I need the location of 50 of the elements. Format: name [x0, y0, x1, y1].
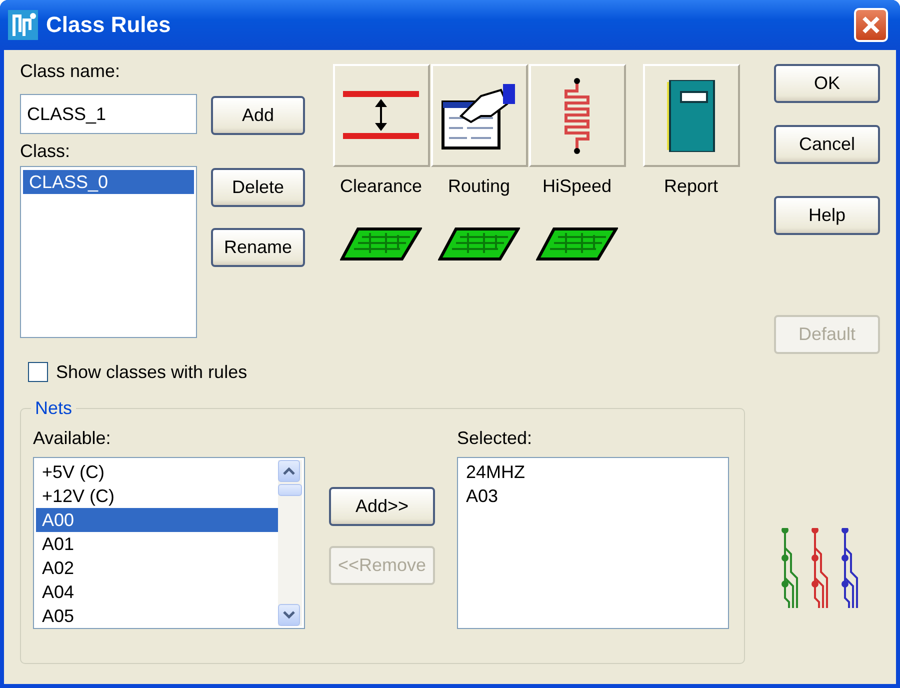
list-item[interactable]: +12V (C): [36, 484, 278, 508]
checkbox[interactable]: [28, 362, 48, 382]
button[interactable]: Cancel: [774, 125, 880, 164]
serpentine-trace-icon: [562, 76, 592, 154]
scroll-thumb[interactable]: [278, 484, 302, 496]
list-item[interactable]: A01: [36, 532, 278, 556]
rule-button[interactable]: [430, 64, 528, 167]
app-icon: [8, 10, 38, 40]
rule-label: Routing: [448, 175, 510, 197]
close-button[interactable]: [854, 8, 888, 42]
list-item[interactable]: +5V (C): [36, 460, 278, 484]
list-item[interactable]: A05: [36, 604, 278, 628]
scroll-down-button[interactable]: [278, 604, 300, 626]
list-item[interactable]: A04: [36, 580, 278, 604]
chevron-up-icon: [283, 467, 295, 475]
class-name-field[interactable]: CLASS_1: [20, 94, 197, 134]
rule-label: Report: [664, 175, 718, 197]
close-icon: [861, 15, 881, 35]
button[interactable]: OK: [774, 64, 880, 103]
list-item[interactable]: A03: [460, 484, 726, 508]
button[interactable]: Help: [774, 196, 880, 235]
list-item[interactable]: A00: [36, 508, 278, 532]
rule-label: Clearance: [340, 175, 422, 197]
list-item[interactable]: CLASS_0: [23, 170, 194, 194]
list-label: Selected:: [457, 427, 534, 449]
button[interactable]: Add: [211, 96, 305, 135]
notebook-icon: [667, 80, 715, 152]
checkbox-label: Show classes with rules: [56, 362, 248, 382]
list-label: Available:: [33, 427, 112, 449]
circuit-board-icon: [438, 227, 520, 261]
button[interactable]: Delete: [211, 168, 305, 207]
list-item[interactable]: A02: [36, 556, 278, 580]
button[interactable]: Rename: [211, 228, 305, 267]
field-label: Class name:: [20, 60, 122, 82]
class-list[interactable]: CLASS_0: [20, 166, 197, 338]
circuit-board-icon: [536, 227, 618, 261]
scroll-up-button[interactable]: [278, 460, 300, 482]
list-label: Class:: [20, 140, 72, 162]
circuit-board-icon: [340, 227, 422, 261]
chevron-down-icon: [283, 611, 295, 619]
selected-list[interactable]: 24MHZ A03: [457, 457, 729, 629]
button[interactable]: Add>>: [329, 487, 435, 526]
rule-label: HiSpeed: [542, 175, 612, 197]
rule-button[interactable]: [642, 64, 740, 167]
clearance-icon: [343, 90, 419, 140]
window-title: Class Rules: [46, 12, 171, 38]
list-item[interactable]: 24MHZ: [460, 460, 726, 484]
available-list[interactable]: +5V (C) +12V (C) A00 A01 A02 A04 A05: [33, 457, 305, 629]
hand-on-document-icon: [441, 82, 517, 150]
scrollbar[interactable]: [278, 460, 302, 626]
